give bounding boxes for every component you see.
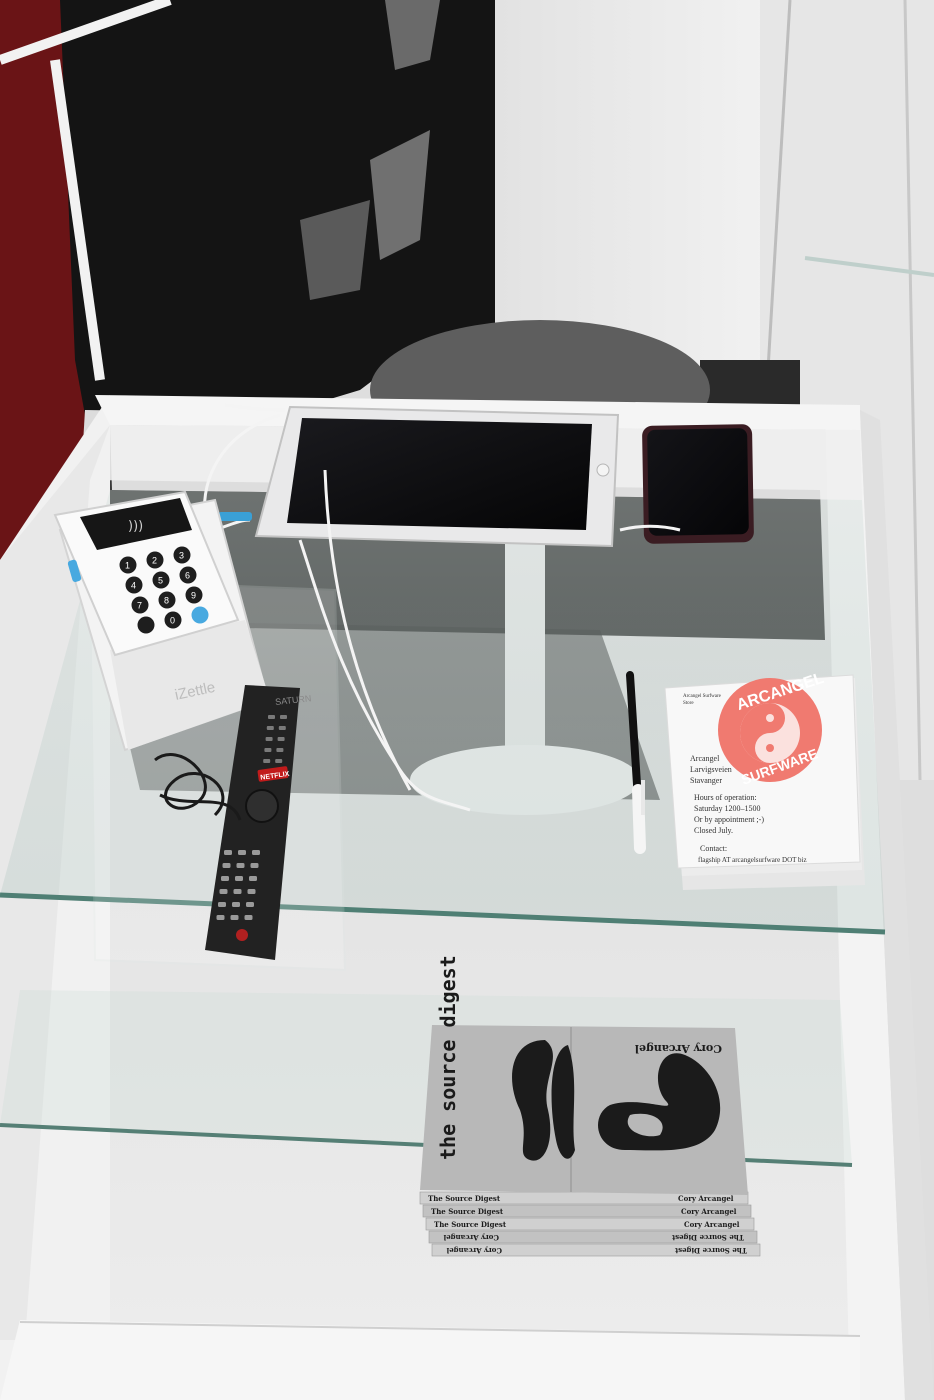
remote-button[interactable] bbox=[216, 915, 225, 920]
keypad-key-label: 6 bbox=[185, 571, 190, 581]
remote-button[interactable] bbox=[280, 715, 287, 719]
book-spine-author: The Source Digest bbox=[671, 1233, 744, 1242]
keypad-key-label: 7 bbox=[137, 601, 142, 611]
keypad-key-label: 1 bbox=[125, 561, 130, 571]
book-spine-author: Cory Arcangel bbox=[681, 1207, 737, 1216]
remote-button[interactable] bbox=[233, 889, 242, 894]
remote-button[interactable] bbox=[221, 876, 229, 881]
card-address-2: Larvigsveien bbox=[690, 765, 732, 774]
remote-button[interactable] bbox=[265, 737, 273, 741]
remote-button[interactable] bbox=[252, 850, 260, 855]
keypad-key-label: 3 bbox=[179, 551, 184, 561]
remote-button[interactable] bbox=[263, 759, 271, 763]
card-hours-3: Closed July. bbox=[694, 826, 733, 835]
keypad-key-label: 4 bbox=[131, 581, 136, 591]
remote-button[interactable] bbox=[266, 726, 274, 730]
scene-svg: iZettle ))) 1 2 34 5 67 8 90 NETFLIX SATURN bbox=[0, 0, 934, 1400]
iphone-screen bbox=[647, 428, 749, 536]
keypad-key-label: 9 bbox=[191, 591, 196, 601]
ipad-screen bbox=[287, 418, 592, 530]
remote-button[interactable] bbox=[236, 863, 245, 868]
remote-button[interactable] bbox=[246, 902, 254, 907]
card-header-line1: Arcangel Surfware bbox=[683, 694, 722, 699]
book-cover-author: Cory Arcangel bbox=[635, 1042, 722, 1055]
remote-button[interactable] bbox=[278, 726, 286, 730]
remote-button[interactable] bbox=[219, 889, 228, 894]
remote-button[interactable] bbox=[235, 876, 243, 881]
keypad-key-ok[interactable] bbox=[191, 606, 209, 624]
card-hours-2: Or by appointment ;-) bbox=[694, 815, 764, 824]
card-address-1: Arcangel bbox=[690, 754, 720, 763]
keypad-key-label: 0 bbox=[170, 616, 175, 626]
remote-power-button[interactable] bbox=[236, 929, 248, 941]
book-spine-author: Cory Arcangel bbox=[684, 1220, 740, 1229]
remote-button[interactable] bbox=[247, 889, 256, 894]
book-spine-author: The Source Digest bbox=[674, 1246, 747, 1255]
floor bbox=[700, 360, 800, 410]
remote-button[interactable] bbox=[264, 748, 272, 752]
book-spine-title: The Source Digest bbox=[434, 1220, 507, 1229]
remote-dpad[interactable] bbox=[245, 789, 279, 823]
ipad-home-button[interactable] bbox=[596, 463, 610, 477]
book-spine-title: The Source Digest bbox=[431, 1207, 504, 1216]
book-spine-title: Cory Arcangel bbox=[446, 1246, 502, 1255]
remote-button[interactable] bbox=[224, 850, 232, 855]
card-contact-line: flagship AT arcangelsurfware DOT biz bbox=[698, 856, 807, 864]
remote-button[interactable] bbox=[268, 715, 275, 719]
card-contact-title: Contact: bbox=[700, 844, 727, 853]
card-header-line2: Store bbox=[683, 701, 694, 706]
keypad-key-label: 8 bbox=[164, 596, 169, 606]
remote-button[interactable] bbox=[222, 863, 231, 868]
keypad-key-label: 5 bbox=[158, 576, 163, 586]
book-cover-title: the source digest bbox=[436, 955, 460, 1160]
remote-button[interactable] bbox=[277, 737, 285, 741]
remote-button[interactable] bbox=[275, 759, 283, 763]
remote-button[interactable] bbox=[232, 902, 240, 907]
card-hours-title: Hours of operation: bbox=[694, 793, 757, 802]
book-spine-author: Cory Arcangel bbox=[678, 1194, 734, 1203]
remote-button[interactable] bbox=[244, 915, 253, 920]
remote-button[interactable] bbox=[230, 915, 239, 920]
keypad-key-label: 2 bbox=[152, 556, 157, 566]
ipad bbox=[254, 405, 620, 548]
book-spines: The Source Digest Cory Arcangel The Source… bbox=[419, 1191, 761, 1257]
remote-button[interactable] bbox=[276, 748, 284, 752]
card-address-3: Stavanger bbox=[690, 776, 722, 785]
photo-scene: iZettle ))) 1234567890 NETFLIX SATURN AR… bbox=[0, 0, 934, 1400]
remote-button[interactable] bbox=[249, 876, 257, 881]
card-hours-1: Saturday 1200–1500 bbox=[694, 804, 760, 813]
keypad-key-c[interactable] bbox=[137, 616, 155, 634]
remote-button[interactable] bbox=[238, 850, 246, 855]
usb-connector-blue bbox=[218, 512, 252, 521]
pen-clip bbox=[641, 780, 645, 815]
remote-button[interactable] bbox=[218, 902, 226, 907]
contactless-icon: ))) bbox=[128, 519, 143, 534]
remote-button[interactable] bbox=[250, 863, 259, 868]
book-spine-title: Cory Arcangel bbox=[443, 1233, 499, 1242]
business-card-stack: ARCANGEL SURFWARE Arcangel Surfware Stor… bbox=[664, 670, 865, 890]
book-spine-title: The Source Digest bbox=[428, 1194, 501, 1203]
